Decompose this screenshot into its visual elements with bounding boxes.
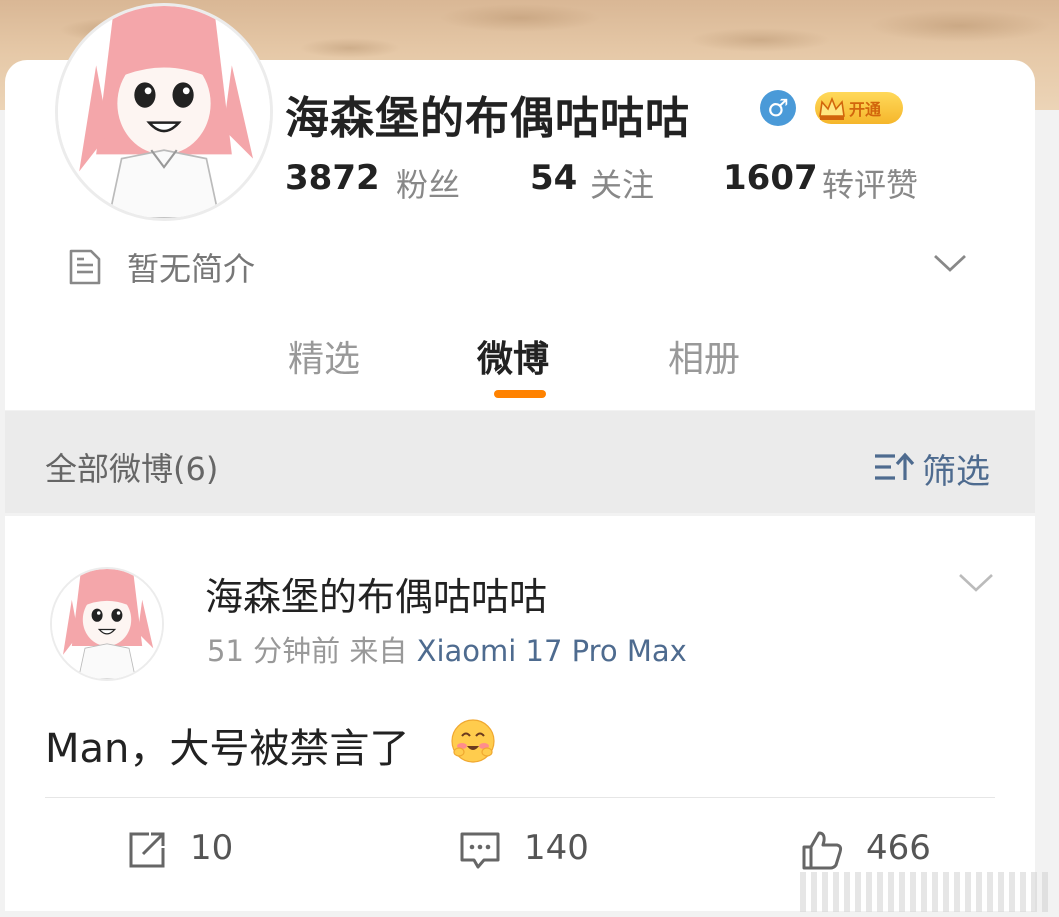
repost-count[interactable]: 10 [190, 828, 233, 868]
repost-icon[interactable] [125, 828, 169, 872]
post-author-avatar[interactable] [50, 567, 164, 681]
interactions-label: 转评赞 [822, 166, 919, 204]
vip-open-badge[interactable]: 开通 [815, 92, 903, 124]
sort-filter-icon[interactable] [873, 450, 915, 484]
male-icon: ♂ [760, 90, 796, 126]
tab-weibo[interactable]: 微博 [477, 330, 549, 382]
like-count[interactable]: 466 [866, 828, 931, 868]
post-meta: 51 分钟前 来自 Xiaomi 17 Pro Max [207, 628, 687, 670]
followers-count[interactable]: 3872 [285, 158, 380, 198]
document-icon [69, 249, 101, 285]
post-divider [45, 797, 995, 798]
comment-count[interactable]: 140 [524, 828, 589, 868]
post-author-name[interactable]: 海森堡的布偶咕咕咕 [205, 566, 547, 621]
post-source-device[interactable]: Xiaomi 17 Pro Max [417, 634, 687, 668]
watermark [800, 872, 1050, 912]
post-time: 51 分钟前 [207, 634, 341, 668]
like-thumbs-up-icon[interactable] [800, 828, 844, 872]
tab-album[interactable]: 相册 [668, 330, 740, 382]
crown-icon [819, 96, 845, 120]
profile-intro: 暂无简介 [127, 250, 256, 288]
vip-label: 开通 [849, 100, 882, 119]
tab-featured[interactable]: 精选 [288, 330, 360, 382]
chevron-down-icon[interactable] [958, 570, 994, 596]
followers-label[interactable]: 粉丝 [396, 160, 460, 206]
anime-girl-avatar-image [58, 6, 270, 218]
post-content: Man，大号被禁言了 [45, 726, 410, 772]
interactions-count: 1607 [723, 158, 818, 198]
following-label[interactable]: 关注 [590, 160, 654, 206]
following-count[interactable]: 54 [530, 158, 577, 198]
post-from-label: 来自 [349, 634, 408, 668]
active-tab-indicator [494, 390, 546, 398]
anime-girl-avatar-image [52, 569, 162, 679]
filter-button[interactable]: 筛选 [922, 444, 990, 493]
blushing-face-emoji [451, 719, 495, 763]
all-posts-count: 全部微博(6) [45, 450, 219, 488]
profile-username: 海森堡的布偶咕咕咕 [285, 93, 690, 144]
comment-icon[interactable] [458, 828, 502, 872]
profile-avatar[interactable] [55, 3, 273, 221]
chevron-down-icon[interactable] [932, 248, 968, 278]
